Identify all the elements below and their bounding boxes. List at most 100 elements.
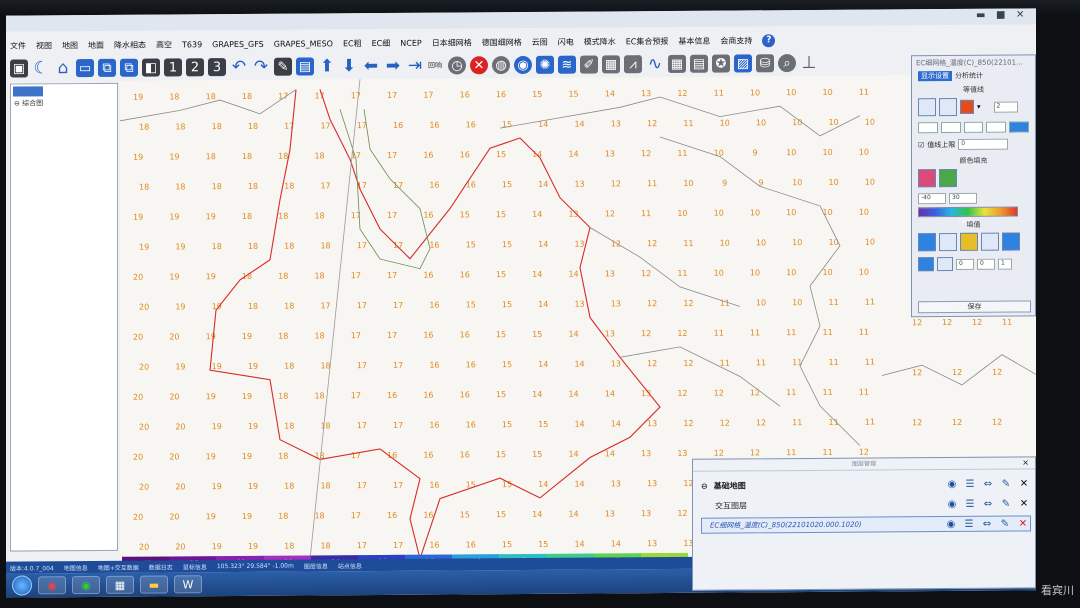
mesh-icon[interactable]: ▤ <box>690 54 708 73</box>
globe-icon[interactable]: ◍ <box>492 56 510 75</box>
database-icon[interactable]: ⛁ <box>756 54 774 73</box>
menu-item[interactable]: 地面 <box>88 39 104 50</box>
down-arrow-icon[interactable]: ⬇ <box>340 56 358 76</box>
menu-item[interactable]: 会商支持 <box>720 35 752 46</box>
move-icon[interactable]: ⇔ <box>981 498 995 510</box>
list-icon[interactable]: ☰ <box>962 518 976 530</box>
clock-icon[interactable]: ◷ <box>448 56 466 75</box>
menu-item[interactable]: 云图 <box>532 36 548 47</box>
window-icon[interactable]: ⧉ <box>98 58 116 77</box>
layer-row-selected[interactable]: EC细网格_温度(C)_850(22101020.000.1020) ◉ ☰ ⇔… <box>701 515 1031 534</box>
menu-item[interactable]: 德国细网格 <box>482 36 522 47</box>
fill-image-button[interactable] <box>939 168 957 188</box>
eye-icon[interactable]: ◉ <box>945 478 959 490</box>
save-button[interactable]: 保存 <box>918 300 1031 314</box>
line-style-3[interactable] <box>963 121 984 133</box>
menu-item[interactable]: 模式降水 <box>584 36 616 47</box>
right-arrow-icon[interactable]: ➡ <box>384 56 402 76</box>
tab-analysis[interactable]: 分析统计 <box>955 71 983 81</box>
layer-icon[interactable]: ▭ <box>76 58 94 78</box>
list-icon[interactable]: ☰ <box>963 498 977 510</box>
home-icon[interactable]: ⌂ <box>54 58 72 78</box>
taskbar-folder-icon[interactable]: ▬ <box>140 575 168 594</box>
station-icon[interactable]: ⊥ <box>800 53 818 73</box>
last-frame-icon[interactable]: ⇥ <box>406 56 424 76</box>
menu-item[interactable]: GRAPES_GFS <box>212 39 264 48</box>
map3-icon[interactable]: 2 <box>186 58 204 77</box>
menu-item[interactable]: NCEP <box>400 38 421 47</box>
save-icon[interactable]: ▣ <box>10 59 28 78</box>
taskbar-sheet-icon[interactable]: ▦ <box>106 575 134 594</box>
menu-item[interactable]: 闪电 <box>558 36 574 47</box>
move-icon[interactable]: ⇔ <box>980 518 994 530</box>
table-icon[interactable]: ▦ <box>602 55 620 74</box>
color-dropdown-icon[interactable]: ▾ <box>977 103 981 111</box>
fill-opt-2[interactable] <box>937 256 953 272</box>
folder-icon[interactable]: ▤ <box>296 57 314 76</box>
collapse-icon[interactable]: ⊖ <box>701 481 708 490</box>
line-style-5[interactable] <box>1009 121 1029 133</box>
map1-icon[interactable]: ◧ <box>142 58 160 77</box>
menu-item[interactable]: 基本信息 <box>678 35 710 46</box>
chart-icon[interactable]: ⩘ <box>624 55 642 74</box>
satellite-icon[interactable]: ✺ <box>536 55 554 74</box>
search-icon[interactable]: ⌕ <box>778 54 796 73</box>
left-arrow-icon[interactable]: ⬅ <box>362 56 380 76</box>
stack-icon[interactable]: ≋ <box>558 55 576 74</box>
edit-icon[interactable]: ✎ <box>999 478 1013 490</box>
map4-icon[interactable]: 3 <box>208 58 226 77</box>
label-value-input[interactable]: 0 <box>958 138 1009 150</box>
forecast-icon[interactable]: ✪ <box>712 54 730 73</box>
fill-mode-1[interactable] <box>918 233 936 252</box>
fill-mode-5[interactable] <box>1002 232 1020 251</box>
fill-mode-3[interactable] <box>960 232 978 251</box>
move-icon[interactable]: ⇔ <box>981 478 995 490</box>
edit-icon[interactable]: ✎ <box>998 518 1012 530</box>
taskbar-wps-icon[interactable]: W <box>174 575 202 594</box>
contour-smooth-button[interactable] <box>939 97 957 117</box>
tab-display[interactable]: 显示设置 <box>918 70 952 82</box>
map2-icon[interactable]: 1 <box>164 58 182 77</box>
windows-icon[interactable]: ⧉ <box>120 58 138 77</box>
start-icon[interactable] <box>12 575 32 596</box>
fill-opt-1[interactable] <box>918 257 934 272</box>
edit-icon[interactable]: ✎ <box>274 57 292 76</box>
image-icon[interactable]: ▨ <box>734 54 752 73</box>
menu-item[interactable]: 高空 <box>156 39 172 50</box>
close-icon[interactable]: ✕ <box>1022 457 1029 469</box>
list-icon[interactable]: ☰ <box>963 478 977 490</box>
up-arrow-icon[interactable]: ⬆ <box>318 56 336 76</box>
eye-icon[interactable]: ◉ <box>945 498 959 510</box>
menu-item[interactable]: GRAPES_MESO <box>274 39 333 48</box>
line-width-input[interactable]: 2 <box>993 101 1018 113</box>
menu-item[interactable]: 地图 <box>62 40 78 51</box>
menu-item[interactable]: 日本细网格 <box>432 37 472 48</box>
line-style-4[interactable] <box>986 121 1007 133</box>
help-icon[interactable]: ? <box>762 33 776 47</box>
line-chart-icon[interactable]: ∿ <box>646 54 664 74</box>
eye-icon[interactable]: ◉ <box>944 518 958 530</box>
fill-min-input[interactable]: -40 <box>918 193 946 205</box>
close-button[interactable]: ✕ <box>1016 9 1024 20</box>
delete-icon[interactable]: ✕ <box>1017 477 1031 489</box>
fill-max-input[interactable]: 30 <box>949 192 977 205</box>
small-input-3[interactable]: 1 <box>998 258 1012 270</box>
menu-item[interactable]: 文件 <box>10 40 26 51</box>
small-input-1[interactable]: 0 <box>956 258 974 270</box>
fill-mode-4[interactable] <box>981 232 999 251</box>
edit-icon[interactable]: ✎ <box>999 498 1013 510</box>
night-icon[interactable]: ☾ <box>32 58 50 78</box>
small-input-2[interactable]: 0 <box>977 258 995 270</box>
label-checkbox[interactable]: ☑ <box>918 141 924 149</box>
radar-icon[interactable]: ◉ <box>514 55 532 75</box>
line-color-swatch[interactable] <box>960 99 974 114</box>
menu-item[interactable]: EC细 <box>372 37 391 48</box>
layer-row[interactable]: ⊖ 基础地图 ◉ ☰ ⇔ ✎ ✕ <box>701 475 1031 493</box>
delete-icon[interactable]: ✕ <box>1017 497 1031 509</box>
fill-palette-button[interactable] <box>918 169 936 188</box>
delete-icon[interactable]: ✕ <box>1016 517 1030 529</box>
menu-item[interactable]: 视图 <box>36 40 52 51</box>
stop-icon[interactable]: ✕ <box>470 56 488 75</box>
menu-item[interactable]: 降水相态 <box>114 39 146 50</box>
menu-item[interactable]: EC集合预报 <box>626 35 669 46</box>
